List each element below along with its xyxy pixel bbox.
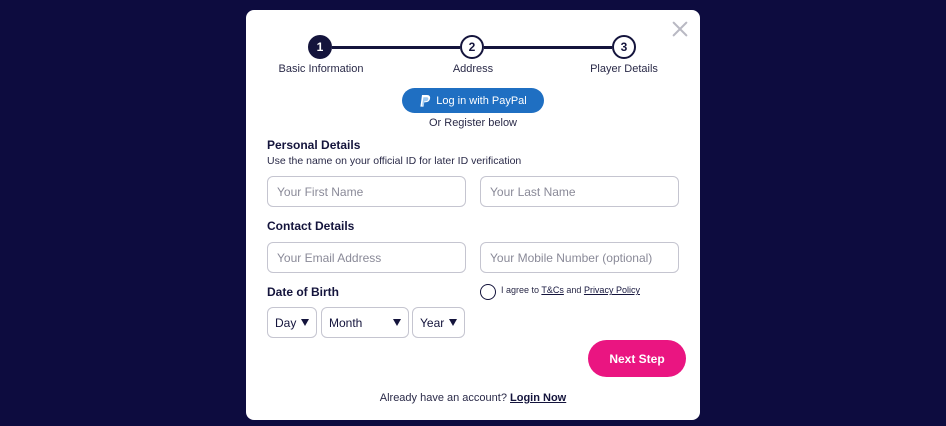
next-step-button[interactable]: Next Step	[588, 340, 686, 377]
day-select-value: Day	[275, 315, 297, 330]
step-3-circle[interactable]: 3	[612, 35, 636, 59]
mobile-number-input[interactable]	[480, 242, 679, 273]
step-2-label: Address	[452, 63, 494, 75]
paypal-button-label: Log in with PayPal	[436, 94, 527, 107]
year-select-value: Year	[420, 315, 445, 330]
first-name-input[interactable]	[267, 176, 466, 207]
terms-prefix: I agree to	[501, 285, 540, 295]
chevron-down-icon	[393, 319, 401, 326]
year-select[interactable]: Year	[412, 307, 465, 338]
personal-details-heading: Personal Details	[267, 138, 361, 152]
month-select[interactable]: Month	[321, 307, 409, 338]
step-connector-1	[332, 46, 460, 49]
email-input[interactable]	[267, 242, 466, 273]
login-prompt: Already have an account? Login Now	[246, 392, 700, 404]
step-1-circle[interactable]: 1	[308, 35, 332, 59]
terms-checkbox[interactable]	[480, 284, 496, 300]
step-connector-2	[484, 46, 612, 49]
step-2-circle[interactable]: 2	[460, 35, 484, 59]
login-prompt-text: Already have an account?	[379, 392, 507, 404]
tcs-link[interactable]: T&Cs	[541, 285, 564, 295]
chevron-down-icon	[301, 319, 309, 326]
contact-details-heading: Contact Details	[267, 219, 355, 233]
register-below-text: Or Register below	[428, 117, 518, 129]
paypal-login-button[interactable]: Log in with PayPal	[402, 88, 544, 113]
login-now-link[interactable]: Login Now	[510, 392, 566, 404]
terms-text: I agree to T&Cs and Privacy Policy	[501, 285, 640, 295]
day-select[interactable]: Day	[267, 307, 317, 338]
paypal-icon	[419, 94, 431, 108]
chevron-down-icon	[449, 319, 457, 326]
step-1-label: Basic Information	[278, 63, 364, 75]
registration-modal: 1 2 3 Basic Information Address Player D…	[246, 10, 700, 420]
personal-details-subtitle: Use the name on your official ID for lat…	[267, 155, 522, 167]
close-icon[interactable]	[672, 21, 688, 37]
step-3-label: Player Details	[590, 63, 658, 75]
terms-and: and	[566, 285, 582, 295]
privacy-policy-link[interactable]: Privacy Policy	[584, 285, 640, 295]
month-select-value: Month	[329, 315, 363, 330]
date-of-birth-heading: Date of Birth	[267, 285, 339, 299]
last-name-input[interactable]	[480, 176, 679, 207]
